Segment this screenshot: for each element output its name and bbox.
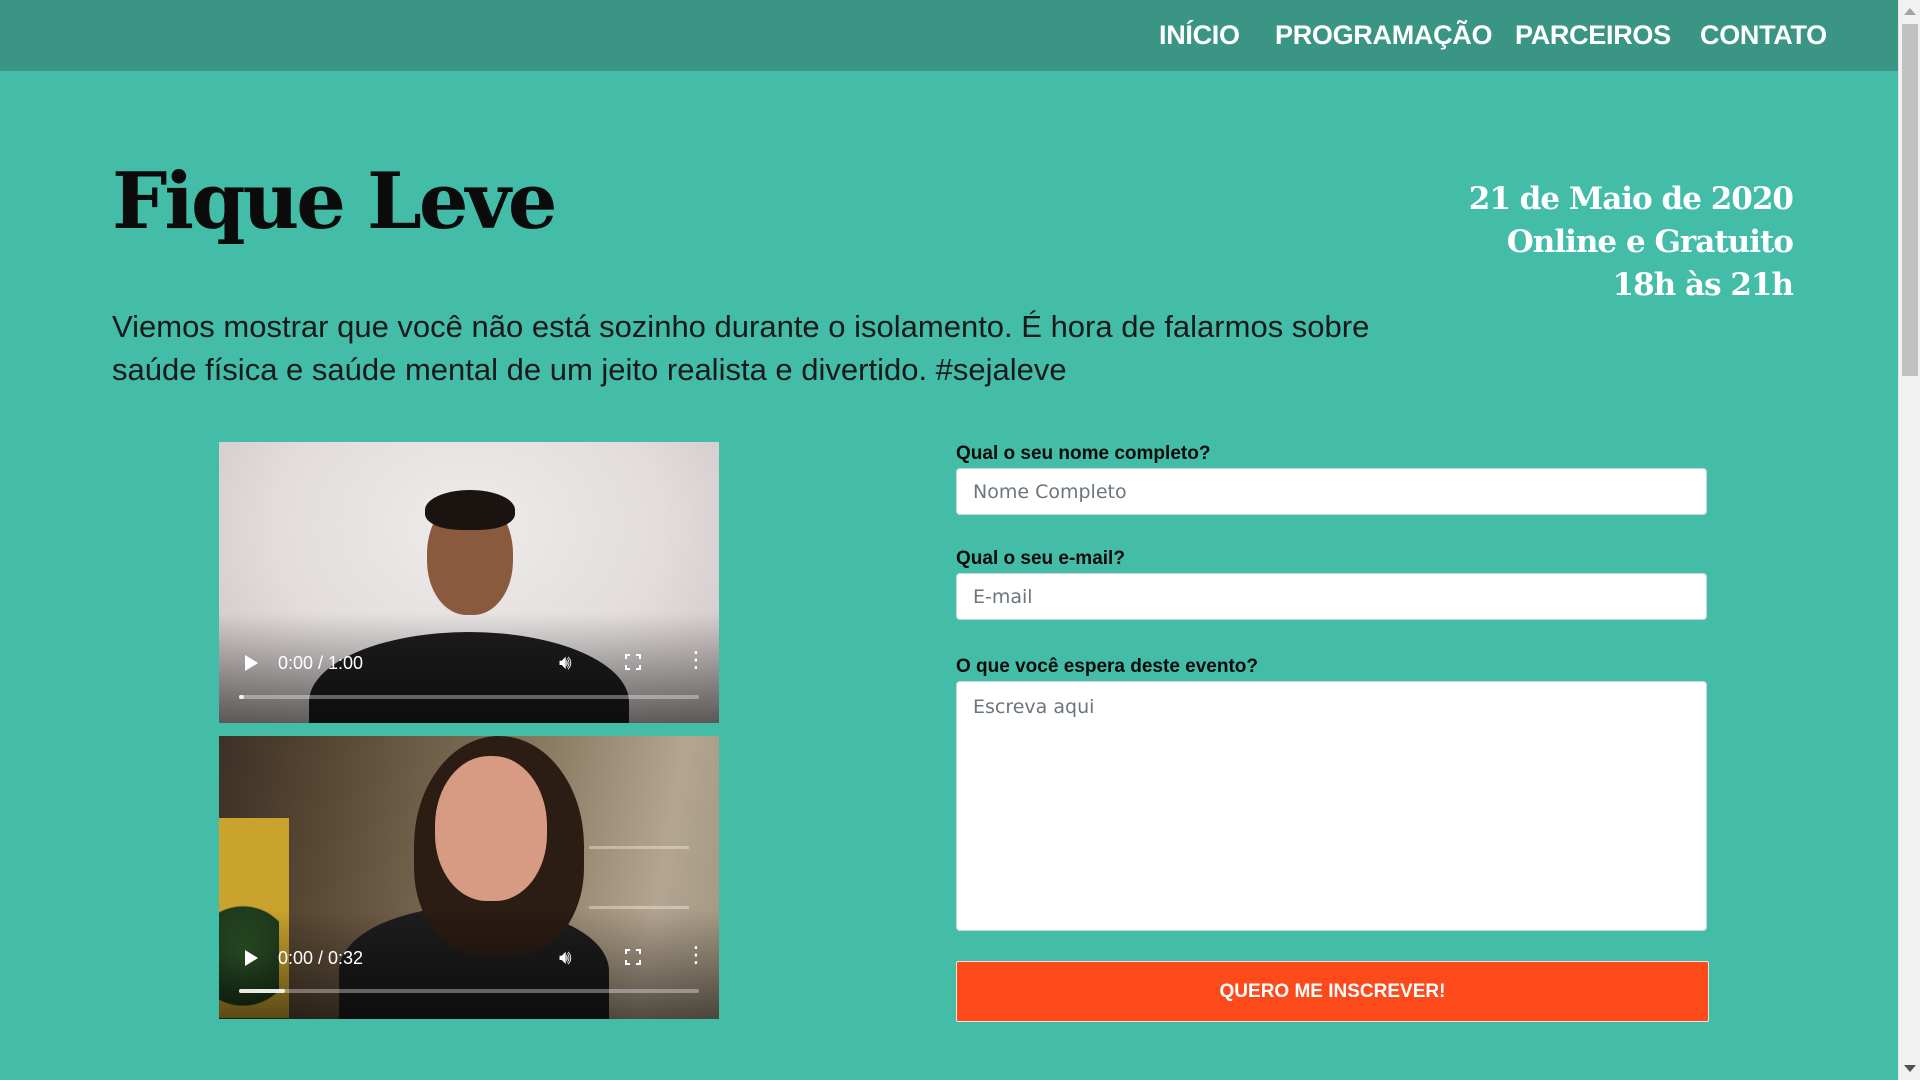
volume-icon[interactable]: 🔊︎ (559, 652, 572, 672)
person-hair (425, 490, 515, 530)
scroll-down-arrow-icon[interactable] (1904, 1065, 1916, 1072)
expectation-field-label: O que você espera deste evento? (956, 656, 1259, 677)
page-title: Fique Leve (112, 156, 557, 247)
background-shelf (589, 846, 689, 849)
video-progress-fill-1 (239, 695, 244, 699)
video-progress-1[interactable] (239, 695, 699, 699)
nav-link-parceiros[interactable]: PARCEIROS (1515, 20, 1671, 51)
event-mode: Online e Gratuito (1506, 224, 1794, 260)
event-description: Viemos mostrar que você não está sozinho… (112, 309, 1370, 387)
play-icon[interactable] (245, 950, 258, 966)
fullscreen-icon[interactable] (625, 949, 641, 965)
fullscreen-icon[interactable] (625, 654, 641, 670)
video-player-2[interactable]: 0:00 / 0:32 🔊︎ ⋮ (219, 736, 719, 1019)
person-face (435, 756, 547, 901)
nav-link-contato[interactable]: CONTATO (1700, 20, 1827, 51)
email-input[interactable] (956, 573, 1707, 620)
name-field-label: Qual o seu nome completo? (956, 443, 1211, 464)
video-progress-fill-2 (239, 989, 285, 993)
video-time-2: 0:00 / 0:32 (278, 948, 364, 968)
name-input[interactable] (956, 468, 1707, 515)
video-progress-2[interactable] (239, 989, 699, 993)
nav-link-inicio[interactable]: INÍCIO (1159, 20, 1240, 51)
volume-icon[interactable]: 🔊︎ (559, 947, 572, 967)
video-player-1[interactable]: 0:00 / 1:00 🔊︎ ⋮ (219, 442, 719, 723)
expectation-textarea[interactable] (956, 681, 1707, 931)
more-vertical-icon[interactable]: ⋮ (685, 945, 707, 967)
event-info: 21 de Maio de 2020 Online e Gratuito 18h… (1468, 178, 1794, 307)
subscribe-button[interactable]: QUERO ME INSCREVER! (956, 961, 1709, 1022)
scrollbar[interactable] (1898, 0, 1920, 1080)
scrollbar-thumb[interactable] (1902, 24, 1918, 376)
video-time-1: 0:00 / 1:00 (278, 653, 364, 673)
event-time: 18h às 21h (1612, 267, 1794, 303)
play-icon[interactable] (245, 655, 258, 671)
navbar: INÍCIO PROGRAMAÇÃO PARCEIROS CONTATO (0, 0, 1898, 71)
email-field-label: Qual o seu e-mail? (956, 548, 1125, 569)
nav-link-programacao[interactable]: PROGRAMAÇÃO (1275, 20, 1493, 51)
scroll-up-arrow-icon[interactable] (1904, 8, 1916, 15)
more-vertical-icon[interactable]: ⋮ (685, 650, 707, 672)
event-date: 21 de Maio de 2020 (1468, 181, 1794, 217)
